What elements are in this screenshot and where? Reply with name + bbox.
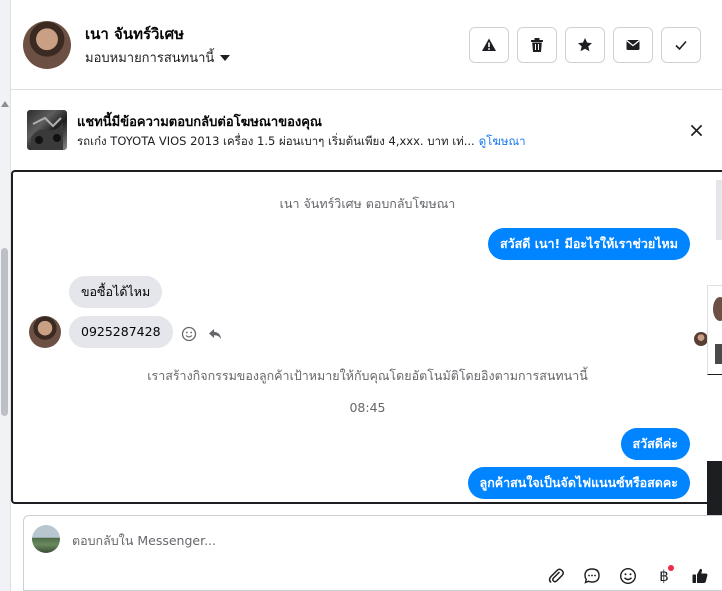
message-timestamp: 08:45 <box>349 400 386 415</box>
contact-name[interactable]: เนา จันทร์วิเศษ <box>85 22 184 46</box>
ad-description-text: รถเก๋ง TOYOTA VIOS 2013 เครื่อง 1.5 ผ่อน… <box>77 134 475 148</box>
scroll-up-icon[interactable] <box>1 101 9 107</box>
overlay-thumbnail[interactable] <box>715 344 722 364</box>
composer-toolbar: ฿ <box>545 565 711 587</box>
trash-icon <box>531 38 543 52</box>
payment-icon: ฿ <box>659 567 669 585</box>
message-thread[interactable]: เนา จันทร์วิเศษ ตอบกลับโฆษณา สวัสดี เนา!… <box>11 170 722 504</box>
contact-avatar[interactable] <box>23 21 71 69</box>
attachment-icon <box>548 568 564 584</box>
emoji-button[interactable] <box>617 565 639 587</box>
outgoing-greeting-message[interactable]: สวัสดี เนา! มีอะไรให้เราช่วยไหม <box>487 228 690 260</box>
header-actions <box>469 27 701 63</box>
outgoing-message[interactable]: สวัสดีค่ะ <box>620 428 690 460</box>
ad-banner-description: รถเก๋ง TOYOTA VIOS 2013 เครื่อง 1.5 ผ่อน… <box>77 133 526 151</box>
close-banner-button[interactable] <box>686 120 706 140</box>
checkmark-icon <box>675 40 687 51</box>
right-scroll-strip <box>716 180 722 240</box>
assign-label: มอบหมายการสนทนานี้ <box>85 51 215 66</box>
star-icon <box>578 38 592 52</box>
star-button[interactable] <box>565 27 605 63</box>
mark-unread-button[interactable] <box>613 27 653 63</box>
message-tools <box>181 326 223 342</box>
emoji-icon <box>619 567 637 585</box>
thumbs-up-button[interactable] <box>689 565 711 587</box>
report-button[interactable] <box>469 27 509 63</box>
view-ad-link[interactable]: ดูโฆษณา <box>479 134 526 148</box>
ad-reply-notice: เนา จันทร์วิเศษ ตอบกลับโฆษณา <box>279 196 456 211</box>
scrollbar-thumb[interactable] <box>1 248 8 416</box>
sender-avatar[interactable] <box>29 316 61 348</box>
envelope-icon <box>626 40 640 50</box>
incoming-message[interactable]: ขอซื้อได้ไหม <box>69 276 163 308</box>
payment-button[interactable]: ฿ <box>653 565 675 587</box>
left-scroll-gutter[interactable] <box>0 0 11 591</box>
read-receipt-avatar <box>694 332 708 346</box>
react-emoji-icon[interactable] <box>181 326 197 342</box>
overlay-avatar[interactable] <box>713 297 722 321</box>
ad-thumbnail[interactable] <box>27 110 67 150</box>
ad-banner-title: แชทนี้มีข้อความตอบกลับต่อโฆษณาของคุณ <box>77 115 322 130</box>
reply-arrow-icon[interactable] <box>207 326 223 342</box>
incoming-message[interactable]: 0925287428 <box>69 316 173 348</box>
saved-reply-icon <box>584 568 600 584</box>
notification-dot <box>668 565 674 571</box>
page-avatar <box>32 525 60 553</box>
reply-composer: ฿ <box>23 515 722 591</box>
close-icon <box>690 124 702 136</box>
delete-button[interactable] <box>517 27 557 63</box>
attachment-button[interactable] <box>545 565 567 587</box>
mark-done-button[interactable] <box>661 27 701 63</box>
assign-conversation-dropdown[interactable]: มอบหมายการสนทนานี้ <box>85 47 231 68</box>
reply-input[interactable] <box>72 529 672 551</box>
caret-down-icon <box>220 54 231 61</box>
ad-reply-banner: แชทนี้มีข้อความตอบกลับต่อโฆษณาของคุณ รถเ… <box>11 98 722 164</box>
saved-reply-button[interactable] <box>581 565 603 587</box>
thumbs-up-icon <box>692 568 708 583</box>
outgoing-message[interactable]: ลูกค้าสนใจเป็นจัดไฟแนนซ์หรือสดคะ <box>467 467 690 499</box>
side-panel-overlay[interactable] <box>707 285 722 375</box>
conversation-header: เนา จันทร์วิเศษ มอบหมายการสนทนานี้ <box>11 0 722 90</box>
warning-icon <box>482 38 496 51</box>
audience-notice: เราสร้างกิจกรรมของลูกค้าเป้าหมายให้กับคุ… <box>147 368 588 383</box>
